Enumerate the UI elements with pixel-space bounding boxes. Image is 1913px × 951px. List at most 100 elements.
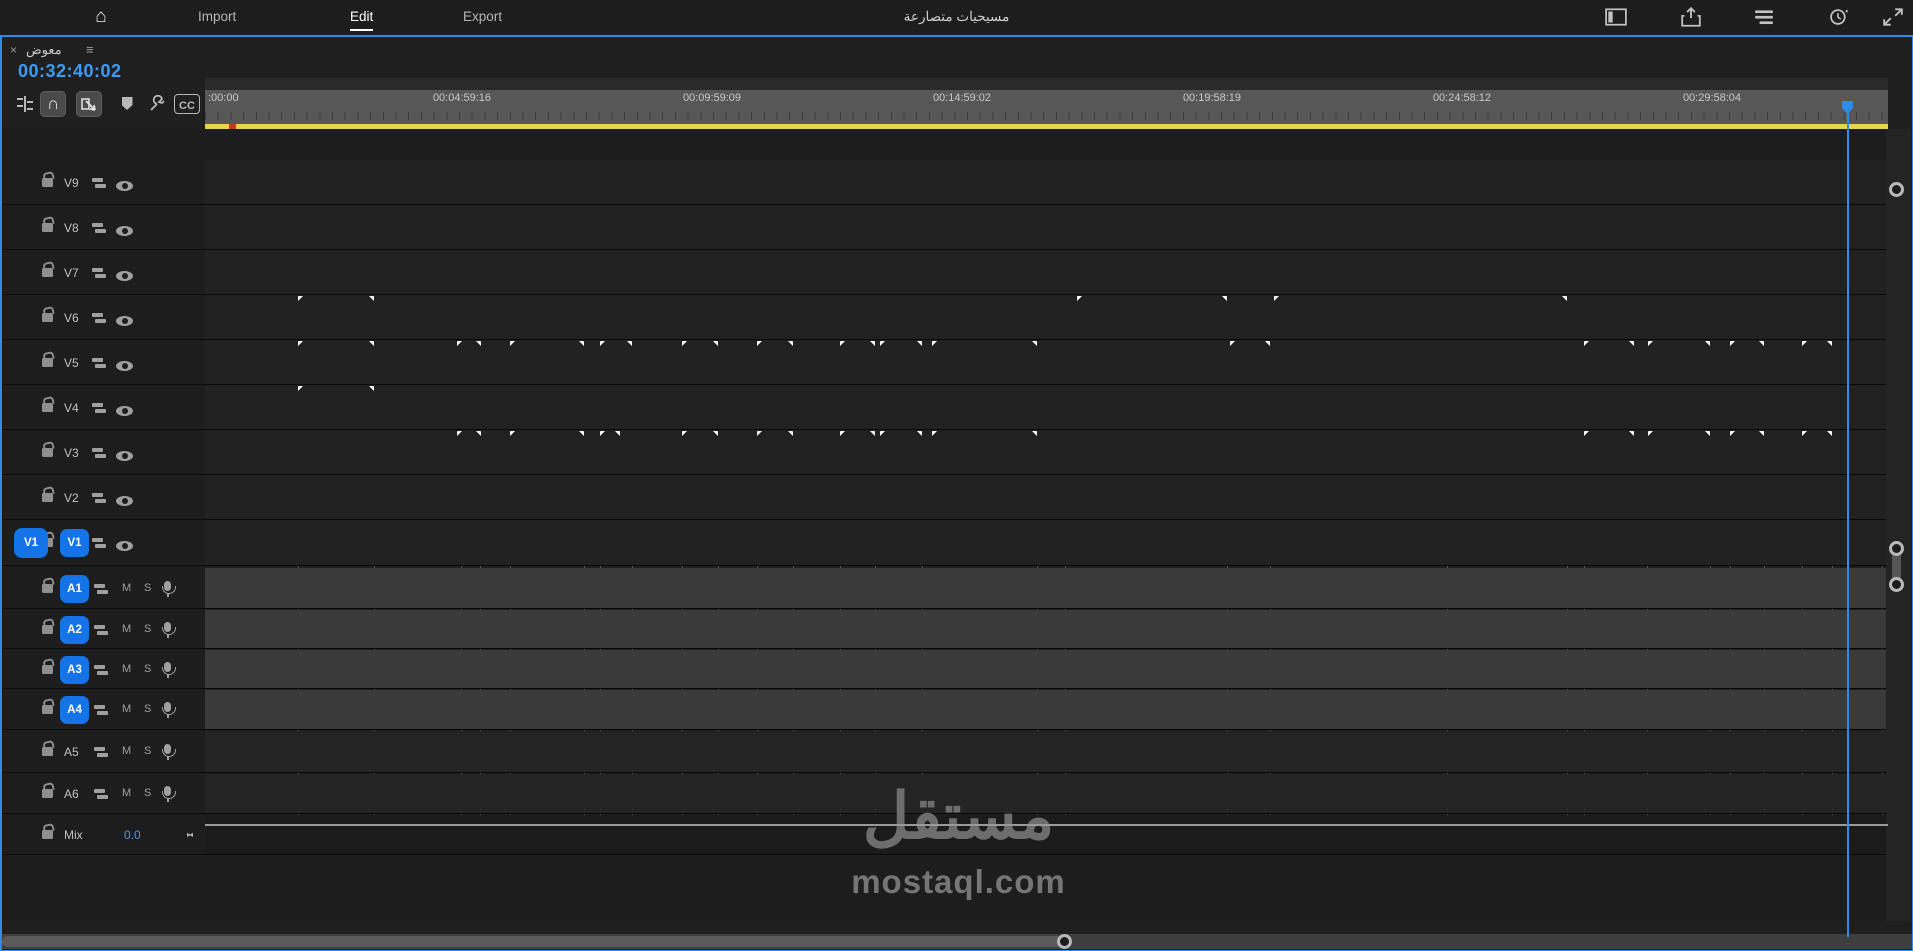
track-target-button[interactable]: A4 [60,696,89,724]
track-name-label[interactable]: V3 [64,446,79,460]
progress-sync-icon[interactable] [1828,7,1850,27]
tab-import[interactable]: Import [198,0,236,34]
track-target-button[interactable]: V1 [60,529,89,557]
eye-icon[interactable] [116,267,133,281]
zoom-handle-knob[interactable] [1057,934,1072,949]
track-lane-v6[interactable] [205,295,1888,340]
mic-icon[interactable] [161,700,176,718]
nest-indicator-button[interactable] [12,91,38,117]
mix-volume-band[interactable] [205,824,1888,826]
track-name-label[interactable]: V4 [64,401,79,415]
track-name-label[interactable]: A5 [64,745,79,759]
timeline-ruler[interactable]: :00:00 00:04:59:16 00:09:59:09 00:14:59:02 0… [205,78,1888,129]
mic-icon[interactable] [161,742,176,760]
track-lane-a4[interactable] [205,690,1888,730]
sync-lock-icon[interactable] [92,537,107,549]
timeline-tab[interactable]: × معوض ≡ [2,39,302,63]
mute-button[interactable]: M [122,623,131,635]
scroll-knob[interactable] [1889,577,1904,592]
timeline-tab-label[interactable]: معوض [26,42,62,58]
panel-menu-icon[interactable]: ≡ [86,42,94,57]
sync-lock-icon[interactable] [92,312,107,324]
fullscreen-icon[interactable] [1882,7,1904,27]
track-name-label[interactable]: V9 [64,176,79,190]
track-lane-a1[interactable] [205,568,1888,609]
lock-icon[interactable] [42,618,53,634]
track-lane-a3[interactable] [205,650,1888,689]
mic-icon[interactable] [161,620,176,638]
eye-icon[interactable] [116,447,133,461]
lock-icon[interactable] [42,740,53,756]
timeline-settings-button[interactable] [144,91,170,117]
marker-button[interactable] [114,91,140,117]
mute-button[interactable]: M [122,703,131,715]
lock-icon[interactable] [42,261,53,277]
track-target-button[interactable]: A2 [60,616,89,644]
sync-lock-icon[interactable] [92,492,107,504]
sync-lock-icon[interactable] [92,402,107,414]
track-lane-v7[interactable] [205,250,1888,295]
solo-button[interactable]: S [144,623,151,635]
track-target-button[interactable]: A1 [60,575,89,603]
lock-icon[interactable] [42,171,53,187]
track-lane-v1[interactable] [205,520,1888,566]
eye-icon[interactable] [116,312,133,326]
eye-icon[interactable] [116,537,133,551]
mute-button[interactable]: M [122,663,131,675]
lock-icon[interactable] [42,306,53,322]
track-lane-v4[interactable] [205,385,1888,430]
scroll-knob[interactable] [1889,182,1904,197]
track-name-label[interactable]: V8 [64,221,79,235]
sync-lock-icon[interactable] [92,177,107,189]
lock-icon[interactable] [42,441,53,457]
sync-lock-icon[interactable] [92,357,107,369]
sync-lock-icon[interactable] [94,704,109,716]
track-name-label[interactable]: V7 [64,266,79,280]
solo-button[interactable]: S [144,703,151,715]
lock-icon[interactable] [42,396,53,412]
track-name-label[interactable]: V5 [64,356,79,370]
mute-button[interactable]: M [122,582,131,594]
linked-selection-button[interactable] [76,91,102,117]
lock-icon[interactable] [42,698,53,714]
lock-icon[interactable] [42,351,53,367]
lock-icon[interactable] [42,577,53,593]
lock-icon[interactable] [42,658,53,674]
track-lane-v8[interactable] [205,205,1888,250]
track-target-button[interactable]: A3 [60,656,89,684]
panel-layout-icon[interactable] [1605,7,1627,27]
workspace-icon[interactable] [1753,7,1775,27]
timecode-display[interactable]: 00:32:40:02 [18,61,122,82]
source-patch-button[interactable]: V1 [14,528,48,558]
mute-button[interactable]: M [122,745,131,757]
horizontal-scrollbar[interactable] [2,934,1912,949]
home-button[interactable]: ⌂ [86,6,116,28]
scroll-knob[interactable] [1889,541,1904,556]
track-lane-a2[interactable] [205,610,1888,649]
lock-icon[interactable] [42,486,53,502]
sync-lock-icon[interactable] [92,447,107,459]
solo-button[interactable]: S [144,745,151,757]
share-icon[interactable] [1680,6,1702,27]
solo-button[interactable]: S [144,663,151,675]
eye-icon[interactable] [116,492,133,506]
track-lane-v2[interactable] [205,475,1888,520]
mic-icon[interactable] [161,660,176,678]
eye-icon[interactable] [116,222,133,236]
close-icon[interactable]: × [10,43,17,57]
sync-lock-icon[interactable] [92,222,107,234]
captions-button[interactable]: CC [174,94,200,114]
sync-lock-icon[interactable] [92,267,107,279]
eye-icon[interactable] [116,402,133,416]
lock-icon[interactable] [42,216,53,232]
track-name-label[interactable]: V6 [64,311,79,325]
horizontal-scroll-thumb[interactable] [2,936,1064,947]
sync-lock-icon[interactable] [94,583,109,595]
solo-button[interactable]: S [144,582,151,594]
track-lane-v3[interactable] [205,430,1888,475]
sync-lock-icon[interactable] [94,746,109,758]
track-name-label[interactable]: V2 [64,491,79,505]
sync-lock-icon[interactable] [94,664,109,676]
track-lane-v9[interactable] [205,160,1888,205]
track-lane-a5[interactable] [205,731,1888,773]
